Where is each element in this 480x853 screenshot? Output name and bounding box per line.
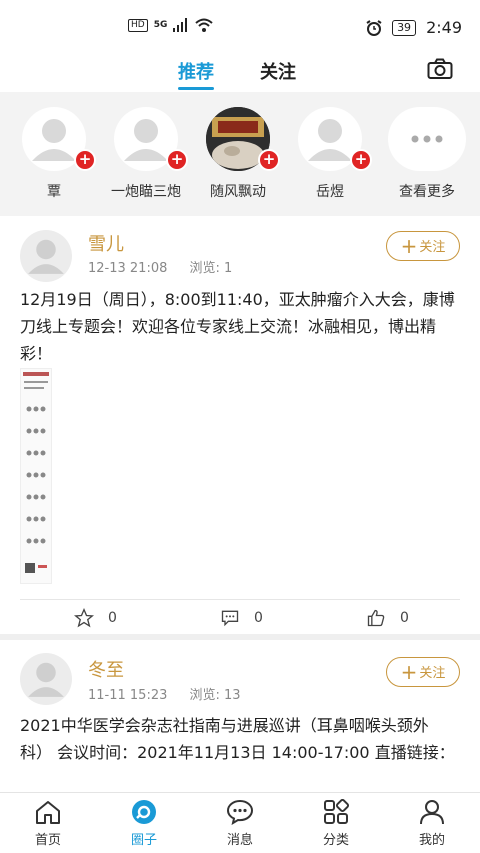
circle-name: 覃 — [47, 184, 61, 200]
nav-profile[interactable]: 我的 — [384, 799, 480, 848]
nav-home[interactable]: 首页 — [0, 799, 96, 848]
tab-following[interactable]: 关注 — [260, 58, 296, 84]
status-bar: HD 5G 39 2:49 — [0, 0, 480, 52]
nav-messages[interactable]: 消息 — [192, 799, 288, 848]
tab-recommend[interactable]: 推荐 — [178, 58, 214, 90]
author-name[interactable]: 冬至 — [88, 656, 124, 682]
clock: 2:49 — [426, 18, 462, 37]
nav-label: 首页 — [34, 833, 61, 848]
author-name[interactable]: 雪儿 — [88, 230, 124, 256]
circle-strip: + 覃 + 一炮瞄三炮 + 随风飘动 + 岳煜 查看更多 — [0, 92, 480, 216]
add-badge-icon[interactable]: + — [258, 149, 280, 171]
post-card: 冬至 11-11 15:23 浏览: 13 + 关注 2021中华医学会杂志社指南… — [0, 640, 480, 792]
follow-label: 关注 — [419, 666, 446, 681]
circle-item[interactable]: + 一炮瞄三炮 — [106, 107, 188, 201]
post-image-graphic — [23, 372, 49, 573]
home-icon — [36, 801, 60, 824]
add-badge-icon[interactable]: + — [166, 149, 188, 171]
more-button[interactable] — [388, 107, 466, 171]
comment-count: 0 — [254, 610, 263, 626]
camera-icon[interactable] — [427, 58, 453, 80]
nav-label: 我的 — [418, 833, 445, 848]
thumbs-up-icon — [367, 609, 385, 627]
nav-label: 圈子 — [130, 833, 157, 848]
comment-icon — [221, 610, 239, 627]
person-icon — [28, 662, 64, 697]
post-text: 2021中华医学会杂志社指南与进展巡讲（耳鼻咽喉头颈外科） 会议时间：2021年… — [20, 716, 455, 762]
circle-name: 随风飘动 — [210, 184, 266, 200]
bottom-nav: 首页 圈子 消息 分类 我的 — [0, 792, 480, 853]
nav-category[interactable]: 分类 — [288, 799, 384, 848]
circle-item[interactable]: + 覃 — [14, 107, 96, 201]
signal-label: 5G — [153, 20, 168, 30]
app-root: HD 5G 39 2:49 推荐 关注 + 覃 + 一炮瞄三炮 + 随风飘动 +… — [0, 0, 480, 853]
post-text: 12月19日（周日），8:00到11:40，亚太肿瘤介入大会，康博刀线上专题会！… — [20, 290, 455, 363]
wifi-icon — [195, 18, 214, 32]
follow-button[interactable]: + 关注 — [386, 657, 460, 687]
post-image[interactable] — [20, 368, 52, 584]
circle-item[interactable]: + 随风飘动 — [198, 107, 280, 201]
favorite-count: 0 — [108, 610, 117, 626]
star-icon — [74, 608, 94, 628]
status-right: 39 2:49 — [366, 18, 462, 37]
circle-name: 一炮瞄三炮 — [111, 184, 181, 200]
like-action[interactable]: 0 — [366, 608, 409, 628]
circle-name: 岳煜 — [316, 184, 344, 200]
post-date: 11-11 15:23 — [88, 688, 168, 703]
add-badge-icon[interactable]: + — [350, 149, 372, 171]
post-meta: 11-11 15:23 浏览: 13 — [88, 684, 241, 703]
status-left: HD 5G — [128, 18, 214, 32]
plus-icon: + — [400, 234, 418, 258]
alarm-icon — [366, 19, 382, 36]
author-avatar[interactable] — [20, 653, 72, 705]
follow-button[interactable]: + 关注 — [386, 231, 460, 261]
author-avatar[interactable] — [20, 230, 72, 282]
circle-item[interactable]: + 岳煜 — [290, 107, 372, 201]
post-meta: 12-13 21:08 浏览: 1 — [88, 257, 232, 276]
hd-badge: HD — [128, 18, 148, 32]
post-card: 雪儿 12-13 21:08 浏览: 1 + 关注 12月19日（周日），8:00… — [0, 216, 480, 634]
plus-icon: + — [400, 660, 418, 684]
profile-icon — [420, 800, 444, 825]
nav-circle[interactable]: 圈子 — [96, 799, 192, 848]
category-icon — [324, 799, 350, 824]
divider — [20, 599, 460, 600]
view-more-item[interactable]: 查看更多 — [387, 107, 467, 201]
view-more-label: 查看更多 — [399, 184, 455, 200]
like-count: 0 — [400, 610, 409, 626]
signal-icon — [173, 18, 188, 32]
circle-icon — [132, 800, 156, 824]
battery-indicator: 39 — [392, 19, 417, 36]
more-icon — [411, 135, 443, 143]
message-icon — [226, 799, 254, 825]
add-badge-icon[interactable]: + — [74, 149, 96, 171]
person-icon — [28, 239, 64, 274]
comment-action[interactable]: 0 — [220, 608, 263, 628]
favorite-action[interactable]: 0 — [74, 608, 117, 628]
nav-label: 分类 — [322, 833, 349, 848]
view-count: 浏览: 13 — [189, 688, 241, 703]
nav-label: 消息 — [226, 833, 253, 848]
top-bar: 推荐 关注 — [0, 52, 480, 92]
post-date: 12-13 21:08 — [88, 261, 168, 276]
view-count: 浏览: 1 — [189, 261, 233, 276]
follow-label: 关注 — [419, 240, 446, 255]
